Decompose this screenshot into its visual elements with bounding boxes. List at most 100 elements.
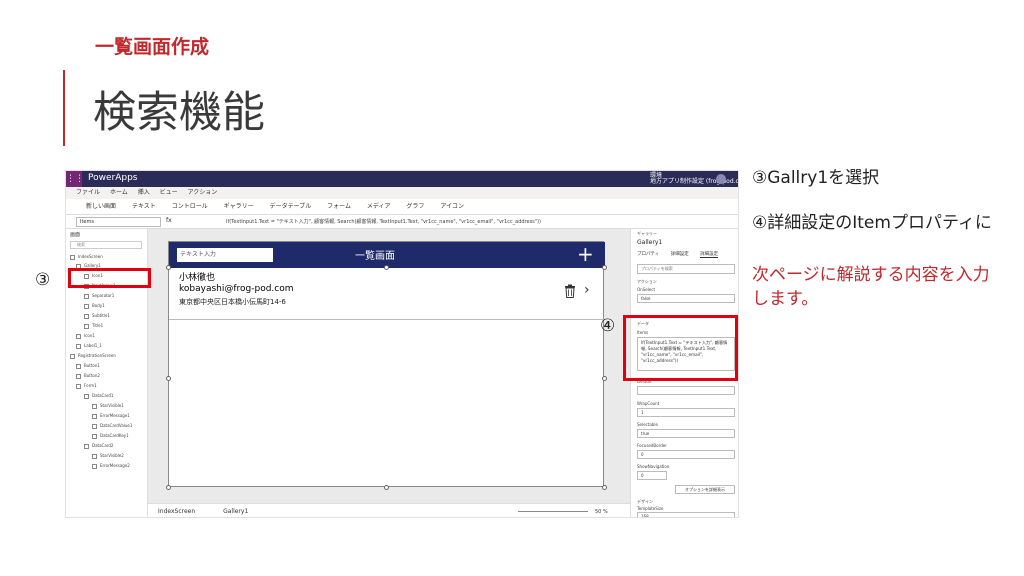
avatar[interactable] [716, 174, 726, 184]
control-icon [92, 403, 97, 409]
tree-search-input[interactable]: 検索 [70, 241, 142, 249]
tree-item[interactable]: DataCard2 [84, 442, 113, 450]
instruction-step-4: ④詳細設定のItemプロパティに [752, 213, 992, 233]
control-icon [92, 413, 97, 419]
screen-tabs: IndexScreen Gallery1 50 % [148, 503, 630, 517]
gallery1[interactable]: 小林徹也 kobayashi@frog-pod.com 東京都中央区日本橋小伝馬… [169, 268, 605, 320]
tree-item[interactable]: Label1_1 [76, 342, 102, 350]
show-more-options-button[interactable]: オプションを詳細表示 [675, 485, 735, 494]
onselect-input[interactable]: false [637, 294, 735, 303]
selection-handle[interactable] [166, 265, 171, 270]
menu-view[interactable]: ビュー [160, 187, 178, 199]
prop-label: WrapCount [637, 401, 660, 406]
tree-item[interactable]: Button2 [76, 372, 100, 380]
gallery1-highlight [68, 268, 151, 288]
shownavigation-input[interactable]: 0 [637, 471, 667, 480]
tree-item[interactable]: DataCard1 [84, 392, 113, 400]
zoom-slider[interactable] [518, 511, 588, 512]
menu-action[interactable]: アクション [188, 187, 218, 199]
chevron-right-icon[interactable]: › [584, 282, 590, 298]
control-icon [76, 333, 81, 339]
tab-index-screen[interactable]: IndexScreen [158, 504, 195, 517]
tree-item[interactable]: Button1 [76, 362, 100, 370]
tree-item[interactable]: ErrorMessage1 [92, 412, 130, 420]
tab-properties[interactable]: プロパティ [637, 251, 659, 257]
step-3-marker: ③ [35, 270, 51, 290]
ribbon-charts[interactable]: グラフ [406, 199, 424, 215]
ribbon-new-screen[interactable]: 新しい画面 [86, 199, 116, 215]
tree-item[interactable]: StarVisible1 [92, 402, 124, 410]
selection-handle[interactable] [384, 485, 389, 490]
instruction-step-3: ③Gallry1を選択 [752, 168, 880, 188]
focusedborder-input[interactable]: 0 [637, 450, 735, 459]
ribbon-gallery[interactable]: ギャラリー [224, 199, 254, 215]
tab-settings[interactable]: 詳細設定 [671, 251, 689, 257]
control-icon [76, 343, 81, 349]
control-icon [84, 303, 89, 309]
menu-bar: ファイル ホーム 挿入 ビュー アクション [66, 187, 738, 200]
control-icon [92, 463, 97, 469]
prop-label: ShowNavigation [637, 464, 670, 469]
ribbon-icons[interactable]: アイコン [440, 199, 464, 215]
selection-handle[interactable] [602, 485, 607, 490]
menu-file[interactable]: ファイル [76, 187, 100, 199]
templatesize-input[interactable]: 168 [637, 512, 735, 517]
slide-subtitle: 一覧画面作成 [95, 36, 210, 58]
selection-handle[interactable] [384, 265, 389, 270]
ribbon-text[interactable]: テキスト [132, 199, 156, 215]
control-icon [76, 373, 81, 379]
selection-handle[interactable] [166, 376, 171, 381]
control-icon [92, 423, 97, 429]
control-icon [76, 363, 81, 369]
control-icon [84, 293, 89, 299]
tree-item[interactable]: Icon1 [76, 332, 95, 340]
tab-gallery1[interactable]: Gallery1 [223, 504, 248, 517]
app-titlebar: ⋮⋮ PowerApps 環境 地方アプリ制作設定 (frog-pod.com) [66, 171, 738, 187]
search-input[interactable]: テキスト入力 [177, 248, 273, 262]
prop-label: TemplateSize [637, 506, 664, 511]
add-icon[interactable]: + [577, 243, 594, 265]
selectable-input[interactable]: true [637, 429, 735, 438]
tree-item[interactable]: Separator1 [84, 292, 114, 300]
tree-item[interactable]: Title1 [84, 322, 103, 330]
property-select[interactable]: Items [76, 217, 161, 227]
control-icon [84, 443, 89, 449]
tab-advanced[interactable]: 詳細設定 [700, 251, 719, 258]
accent-line [63, 70, 65, 146]
selection-handle[interactable] [166, 485, 171, 490]
ribbon-controls[interactable]: コントロール [172, 199, 208, 215]
selection-handle[interactable] [602, 265, 607, 270]
wrapcount-input[interactable]: 1 [637, 408, 735, 417]
tree-item[interactable]: ErrorMessage2 [92, 462, 130, 470]
control-icon [92, 453, 97, 459]
trash-icon[interactable] [564, 284, 576, 298]
slide-title: 検索機能 [93, 88, 265, 138]
formula-bar: Items fx If(TextInput1.Text = "テキスト入力", … [66, 215, 738, 229]
default-input[interactable] [637, 386, 735, 395]
property-search-input[interactable]: プロパティを検索 [637, 264, 735, 274]
section-label: デザイン [637, 499, 653, 504]
selection-handle[interactable] [602, 376, 607, 381]
tree-item[interactable]: StarVisible2 [92, 452, 124, 460]
tree-item[interactable]: DataCardValue1 [92, 422, 132, 430]
app-launcher-icon[interactable]: ⋮⋮ [66, 171, 84, 187]
properties-tabs: プロパティ 詳細設定 詳細設定 [637, 251, 735, 259]
tree-item[interactable]: RegistrationScreen [70, 352, 116, 360]
ribbon-forms[interactable]: フォーム [327, 199, 351, 215]
instruction-note: 次ページに解説する内容を入力します。 [752, 265, 990, 309]
app-screen-preview: テキスト入力 一覧画面 + 小林徹也 kobayashi@frog-pod.co… [166, 241, 607, 490]
app-name: PowerApps [88, 173, 138, 183]
ribbon-media[interactable]: メディア [367, 199, 391, 215]
tree-item[interactable]: Form1 [76, 382, 97, 390]
formula-input[interactable]: If(TextInput1.Text = "テキスト入力", 顧客情報, Sea… [226, 218, 541, 225]
screen-title: 一覧画面 [355, 251, 395, 262]
ribbon-data-table[interactable]: データテーブル [270, 199, 312, 215]
control-name: Gallery1 [637, 239, 663, 246]
tree-item[interactable]: Body1 [84, 302, 105, 310]
section-label: アクション [637, 279, 657, 284]
canvas-area: テキスト入力 一覧画面 + 小林徹也 kobayashi@frog-pod.co… [148, 229, 630, 517]
tree-item[interactable]: Subtitle1 [84, 312, 110, 320]
menu-home[interactable]: ホーム [110, 187, 128, 199]
tree-item[interactable]: IndexScreen [70, 253, 103, 261]
tree-item[interactable]: DataCardKey1 [92, 432, 129, 440]
